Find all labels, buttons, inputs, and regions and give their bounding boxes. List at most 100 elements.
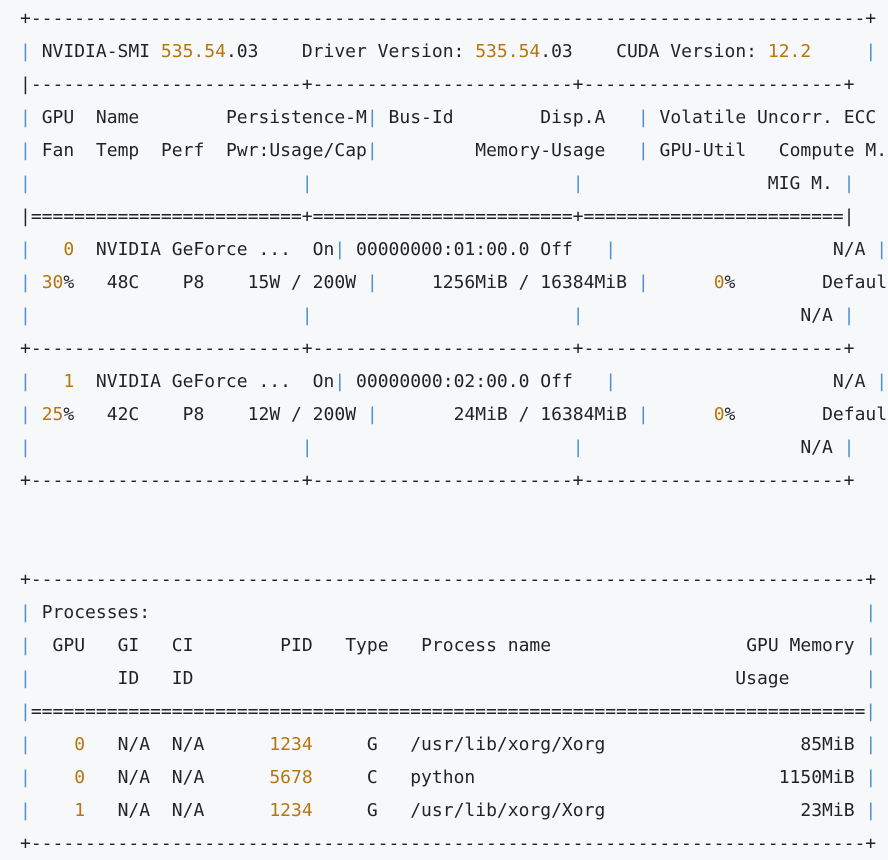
terminal-line: | NVIDIA-SMI 535.54.03 Driver Version: 5… bbox=[20, 35, 888, 68]
col-compute-mode: Compute M. bbox=[778, 140, 888, 161]
proc-gi: N/A bbox=[117, 800, 151, 821]
gpu-ecc: N/A bbox=[832, 371, 866, 392]
col-proc-gpu: GPU bbox=[52, 635, 86, 656]
nvidia-smi-output: +---------------------------------------… bbox=[20, 2, 888, 860]
terminal-line: | 0 N/A N/A 1234 G /usr/lib/xorg/Xorg 85… bbox=[20, 728, 888, 761]
column-divider: | bbox=[843, 173, 855, 194]
gpu-temp: 42C bbox=[106, 404, 140, 425]
column-divider: | bbox=[865, 767, 877, 788]
proc-ci: N/A bbox=[171, 800, 205, 821]
gpu-perf: P8 bbox=[182, 272, 205, 293]
column-divider: | bbox=[572, 437, 584, 458]
column-divider: | bbox=[865, 800, 877, 821]
proc-gpu: 0 bbox=[74, 734, 86, 755]
col-ecc: Volatile Uncorr. ECC bbox=[659, 107, 877, 128]
column-divider: | bbox=[20, 371, 31, 392]
terminal-line: | | | MIG M. | bbox=[20, 167, 888, 200]
gpu-bus-id: 00000000:01:00.0 bbox=[356, 239, 530, 260]
col-mig-mode: MIG M. bbox=[767, 173, 833, 194]
col-proc-gi-id: ID bbox=[117, 668, 140, 689]
col-proc-name: Process name bbox=[421, 635, 552, 656]
gpu-disp-a: Off bbox=[540, 371, 573, 392]
column-divider: | bbox=[637, 140, 649, 161]
col-proc-ci: CI bbox=[171, 635, 194, 656]
terminal-line: | | | N/A | bbox=[20, 299, 888, 332]
column-divider: | bbox=[301, 305, 313, 326]
driver-version-minor: .03 bbox=[540, 41, 573, 62]
column-divider: | bbox=[20, 107, 31, 128]
column-divider: | bbox=[637, 404, 649, 425]
gpu-index: 1 bbox=[63, 371, 75, 392]
column-divider: | bbox=[20, 404, 31, 425]
col-pwr: Pwr:Usage/Cap bbox=[225, 140, 367, 161]
col-name: Name bbox=[95, 107, 140, 128]
terminal-line: | GPU Name Persistence-M| Bus-Id Disp.A … bbox=[20, 101, 888, 134]
col-proc-gi: GI bbox=[117, 635, 140, 656]
column-divider: | bbox=[865, 701, 877, 722]
gpu-compute-mode: Default bbox=[822, 272, 888, 293]
column-divider: | bbox=[20, 800, 31, 821]
terminal-line: | 30% 48C P8 15W / 200W | 1256MiB / 1638… bbox=[20, 266, 888, 299]
column-divider: | bbox=[20, 767, 31, 788]
column-divider: | bbox=[865, 668, 877, 689]
proc-gi: N/A bbox=[117, 734, 151, 755]
column-divider: | bbox=[605, 239, 617, 260]
col-memory-usage: Memory-Usage bbox=[475, 140, 606, 161]
terminal-line: |-------------------------+-------------… bbox=[20, 74, 855, 95]
cuda-version: 12.2 bbox=[767, 41, 812, 62]
column-divider: | bbox=[20, 668, 31, 689]
column-divider: | bbox=[572, 305, 584, 326]
gpu-name: NVIDIA GeForce ... bbox=[95, 239, 291, 260]
col-persistence: Persistence-M bbox=[225, 107, 367, 128]
terminal-line: | | | N/A | bbox=[20, 431, 888, 464]
column-divider: | bbox=[301, 173, 313, 194]
column-divider: | bbox=[605, 371, 617, 392]
col-gpu: GPU bbox=[41, 107, 75, 128]
proc-pid: 1234 bbox=[269, 800, 313, 821]
column-divider: | bbox=[20, 272, 31, 293]
column-divider: | bbox=[20, 635, 31, 656]
column-divider: | bbox=[865, 635, 877, 656]
column-divider: | bbox=[334, 239, 346, 260]
gpu-persistence: On bbox=[312, 239, 335, 260]
col-bus-id: Bus-Id bbox=[388, 107, 454, 128]
terminal-line: | ID ID Usage | bbox=[20, 662, 888, 695]
gpu-disp-a: Off bbox=[540, 239, 573, 260]
smi-version-minor: .03 bbox=[225, 41, 259, 62]
column-divider: | bbox=[20, 239, 31, 260]
proc-pid: 1234 bbox=[269, 734, 313, 755]
column-divider: | bbox=[865, 602, 877, 623]
column-divider: | bbox=[20, 41, 31, 62]
terminal-line: | 0 N/A N/A 5678 C python 1150MiB | bbox=[20, 761, 888, 794]
column-divider: | bbox=[20, 701, 31, 722]
column-divider: | bbox=[572, 173, 584, 194]
gpu-mig-mode: N/A bbox=[800, 437, 833, 458]
driver-version-label: Driver Version: bbox=[301, 41, 465, 62]
proc-pid: 5678 bbox=[269, 767, 313, 788]
gpu-ecc: N/A bbox=[832, 239, 866, 260]
column-divider: | bbox=[366, 404, 378, 425]
proc-name: /usr/lib/xorg/Xorg bbox=[410, 800, 606, 821]
column-divider: | bbox=[843, 437, 855, 458]
gpu-perf: P8 bbox=[182, 404, 205, 425]
proc-memory: 85MiB bbox=[800, 734, 855, 755]
proc-ci: N/A bbox=[171, 734, 205, 755]
gpu-compute-mode: Default bbox=[822, 404, 888, 425]
gpu-index: 0 bbox=[63, 239, 75, 260]
gpu-mig-mode: N/A bbox=[800, 305, 833, 326]
column-divider: | bbox=[843, 305, 855, 326]
gpu-fan: 25 bbox=[41, 404, 64, 425]
gpu-power: 15W / 200W bbox=[247, 272, 357, 293]
proc-type: G bbox=[366, 800, 378, 821]
column-divider: | bbox=[637, 272, 649, 293]
column-divider: | bbox=[876, 239, 888, 260]
gpu-power: 12W / 200W bbox=[247, 404, 357, 425]
column-divider: | bbox=[366, 272, 378, 293]
proc-memory: 23MiB bbox=[800, 800, 855, 821]
proc-ci: N/A bbox=[171, 767, 205, 788]
col-proc-type: Type bbox=[345, 635, 389, 656]
col-temp: Temp bbox=[95, 140, 140, 161]
proc-gpu: 1 bbox=[74, 800, 86, 821]
